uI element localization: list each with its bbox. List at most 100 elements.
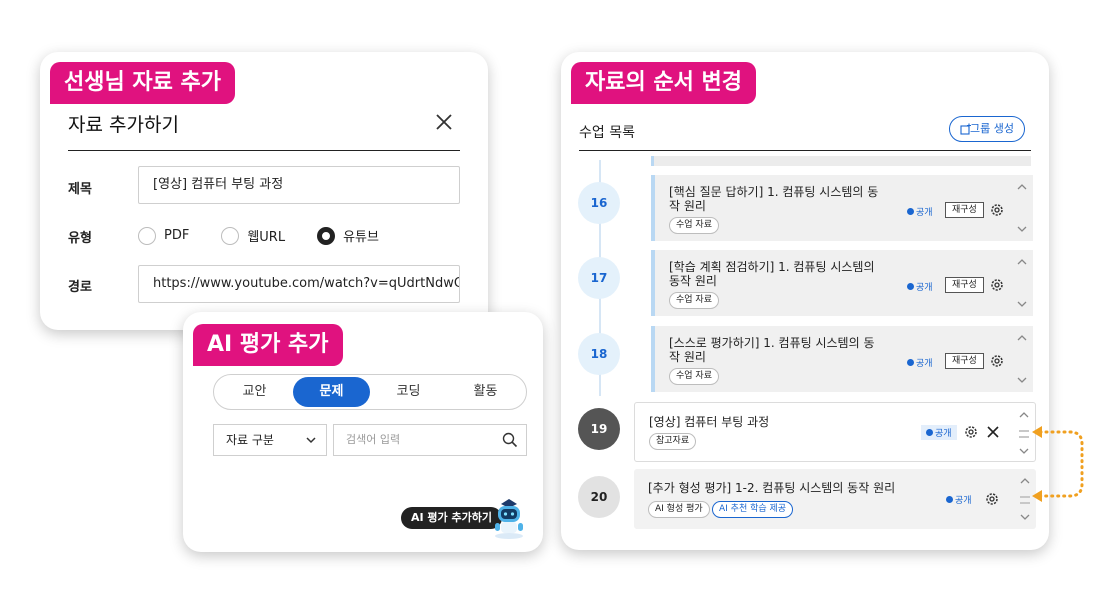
chevron-up-icon[interactable] [1017, 334, 1027, 342]
ai-robot-icon[interactable] [489, 494, 529, 540]
tab-coding[interactable]: 코딩 [370, 377, 447, 407]
order-number: 19 [578, 408, 620, 450]
radio-button-selected[interactable] [317, 226, 336, 245]
item-tag: 수업 자료 [669, 217, 719, 234]
item-tag: 참고자료 [649, 433, 697, 450]
eye-icon [907, 283, 914, 290]
title-label: 제목 [68, 182, 92, 197]
order-number: 17 [578, 257, 620, 299]
tab-activity[interactable]: 활동 [447, 377, 524, 407]
radio-weburl[interactable]: 웹URL [221, 226, 285, 245]
type-radio-group: PDF 웹URL 유튜브 [138, 226, 411, 245]
item-title: [추가 형성 평가] 1-2. 컴퓨팅 시스템의 동작 원리 [648, 481, 896, 495]
item-title: [핵심 질문 답하기] 1. 컴퓨팅 시스템의 동작 원리 [669, 185, 879, 213]
create-group-button[interactable]: 그룹 생성 [949, 116, 1025, 142]
gear-icon[interactable] [963, 424, 979, 440]
chevron-down-icon[interactable] [1017, 225, 1027, 233]
chevron-up-icon[interactable] [1017, 258, 1027, 266]
list-item[interactable]: [학습 계획 점검하기] 1. 컴퓨팅 시스템의 동작 원리 수업 자료 공개 … [651, 250, 1033, 316]
dialog-title: 자료 추가하기 [68, 114, 179, 136]
tab-lesson-plan[interactable]: 교안 [216, 377, 293, 407]
gear-icon[interactable] [989, 202, 1005, 218]
radio-label: PDF [164, 228, 190, 243]
group-add-icon [960, 123, 971, 135]
item-tag-highlight: AI 추천 학습 제공 [712, 501, 794, 518]
chevron-up-icon[interactable] [1020, 477, 1030, 485]
item-tag: 수업 자료 [669, 368, 719, 385]
list-item[interactable]: [추가 형성 평가] 1-2. 컴퓨팅 시스템의 동작 원리 AI 형성 평가 … [634, 469, 1036, 529]
radio-pdf[interactable]: PDF [138, 226, 190, 245]
type-label: 유형 [68, 231, 92, 246]
gear-icon[interactable] [984, 491, 1000, 507]
item-title: [학습 계획 점검하기] 1. 컴퓨팅 시스템의 동작 원리 [669, 260, 875, 288]
list-item[interactable]: [핵심 질문 답하기] 1. 컴퓨팅 시스템의 동작 원리 수업 자료 공개 재… [651, 175, 1033, 241]
public-status[interactable]: 공개 [921, 425, 957, 440]
radio-label: 유튜브 [343, 230, 379, 245]
ai-eval-badge: AI 평가 추가 [193, 324, 343, 366]
previous-row-edge [651, 156, 1031, 166]
radio-button[interactable] [138, 226, 156, 245]
move-arrows [1011, 250, 1033, 316]
order-number: 16 [578, 182, 620, 224]
public-label: 공개 [916, 283, 933, 293]
category-tabs: 교안 문제 코딩 활동 [213, 374, 527, 410]
close-icon[interactable] [434, 112, 454, 132]
stage: 선생님 자료 추가 자료 추가하기 제목 [영상] 컴퓨터 부팅 과정 유형 P… [0, 0, 1120, 601]
title-divider [68, 150, 460, 151]
chevron-down-icon[interactable] [1019, 447, 1029, 455]
chevron-up-icon[interactable] [1017, 183, 1027, 191]
create-group-label: 그룹 생성 [970, 122, 1014, 135]
drag-handle-icon[interactable] [1019, 430, 1029, 438]
radio-button[interactable] [221, 226, 240, 245]
move-arrows [1011, 175, 1033, 241]
restructure-button[interactable]: 재구성 [945, 202, 984, 218]
chevron-down-icon[interactable] [1017, 300, 1027, 308]
eye-icon [926, 429, 933, 436]
title-field[interactable]: [영상] 컴퓨터 부팅 과정 [138, 166, 460, 204]
radio-youtube[interactable]: 유튜브 [317, 226, 379, 245]
public-status[interactable]: 공개 [907, 280, 933, 293]
material-type-select[interactable]: 자료 구분 [213, 424, 327, 456]
radio-label: 웹URL [247, 230, 286, 245]
drag-handle-icon[interactable] [1020, 496, 1030, 504]
path-field[interactable]: https://www.youtube.com/watch?v=qUdrtNdw… [138, 265, 460, 303]
search-placeholder: 검색어 입력 [346, 433, 401, 446]
list-divider [579, 150, 1031, 151]
public-label: 공개 [935, 429, 952, 439]
swap-arrow-icon [1032, 426, 1084, 502]
ai-eval-add-button[interactable]: AI 평가 추가하기 [401, 507, 502, 529]
move-arrows [1011, 326, 1033, 392]
order-number: 20 [578, 476, 620, 518]
select-value: 자료 구분 [226, 433, 274, 447]
add-material-badge: 선생님 자료 추가 [50, 62, 235, 104]
eye-icon [907, 359, 914, 366]
restructure-button[interactable]: 재구성 [945, 353, 984, 369]
public-status[interactable]: 공개 [907, 205, 933, 218]
list-title: 수업 목록 [579, 125, 635, 141]
item-title: [영상] 컴퓨터 부팅 과정 [649, 415, 770, 429]
restructure-button[interactable]: 재구성 [945, 277, 984, 293]
search-icon[interactable] [502, 432, 518, 448]
public-label: 공개 [916, 359, 933, 369]
public-label: 공개 [916, 208, 933, 218]
eye-icon [907, 208, 914, 215]
chevron-down-icon[interactable] [1017, 376, 1027, 384]
chevron-down-icon [306, 437, 316, 444]
lesson-list-panel: 수업 목록 그룹 생성 16 [핵심 질문 답하기] 1. 컴퓨팅 시스템의 동… [561, 52, 1049, 550]
close-icon[interactable] [987, 426, 999, 438]
item-tag: AI 형성 평가 [648, 501, 710, 518]
tab-problem[interactable]: 문제 [293, 377, 370, 407]
gear-icon[interactable] [989, 277, 1005, 293]
list-item[interactable]: [스스로 평가하기] 1. 컴퓨팅 시스템의 동작 원리 수업 자료 공개 재구… [651, 326, 1033, 392]
chevron-up-icon[interactable] [1019, 411, 1029, 419]
public-status[interactable]: 공개 [946, 493, 972, 506]
list-item-selected[interactable]: [영상] 컴퓨터 부팅 과정 참고자료 공개 [634, 402, 1036, 462]
item-tag: 수업 자료 [669, 292, 719, 309]
order-number: 18 [578, 333, 620, 375]
public-status[interactable]: 공개 [907, 356, 933, 369]
reorder-badge: 자료의 순서 변경 [571, 62, 756, 104]
chevron-down-icon[interactable] [1020, 513, 1030, 521]
public-label: 공개 [955, 496, 972, 506]
search-input[interactable]: 검색어 입력 [333, 424, 527, 456]
gear-icon[interactable] [989, 353, 1005, 369]
